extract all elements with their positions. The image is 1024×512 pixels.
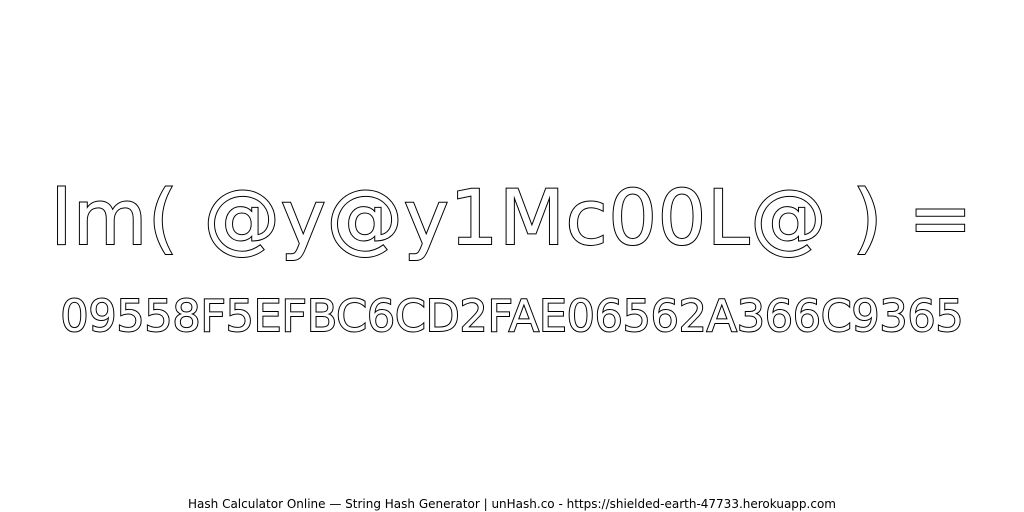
hash-expression-text: lm( @y@y1Mc00L@ ) = xyxy=(50,172,974,263)
hash-result-text: 09558F5EFBC6CD2FAE06562A366C9365 xyxy=(59,290,964,343)
image-canvas: lm( @y@y1Mc00L@ ) = 09558F5EFBC6CD2FAE06… xyxy=(0,0,1024,512)
footer-credit-text: Hash Calculator Online — String Hash Gen… xyxy=(187,496,838,512)
